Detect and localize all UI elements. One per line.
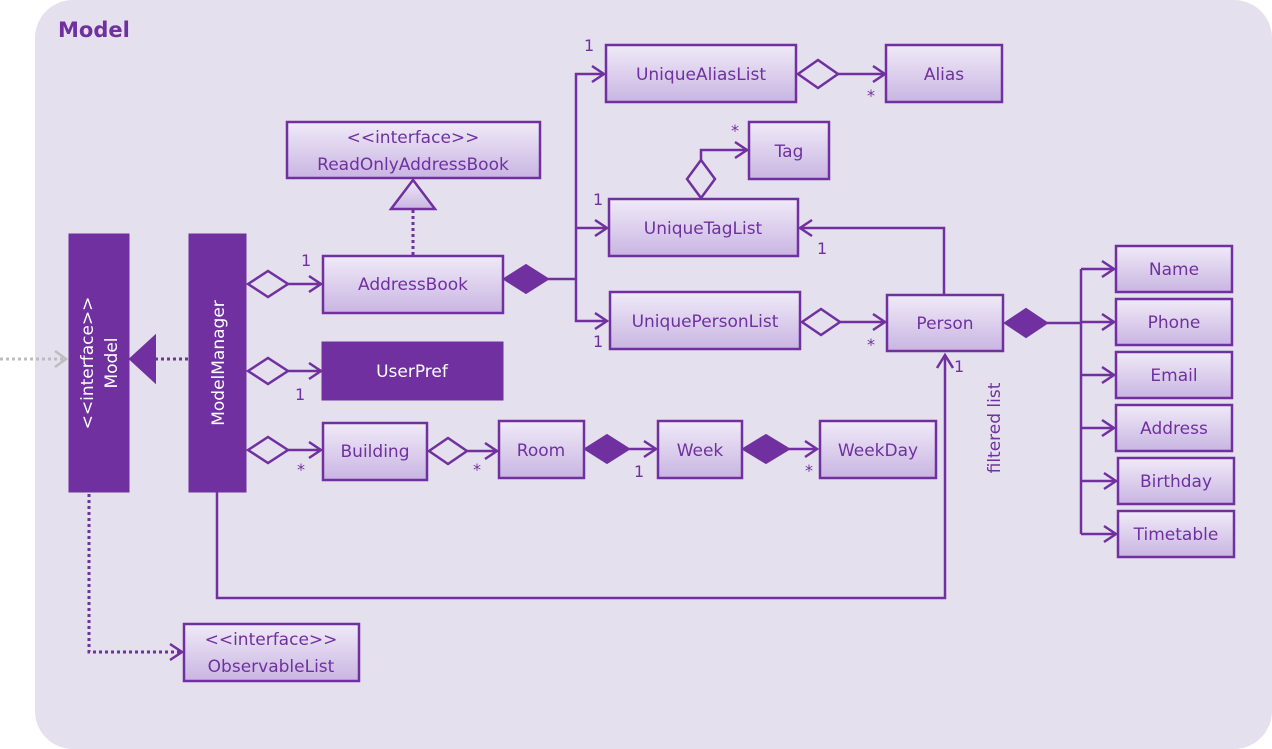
tag-name: Tag (774, 142, 804, 162)
mult-person-taglist: 1 (817, 239, 827, 258)
class-phone[interactable]: Phone (1114, 297, 1234, 347)
class-person[interactable]: Person (885, 293, 1005, 353)
class-alias[interactable]: Alias (884, 43, 1004, 104)
readonlyaddressbook-stereotype: <<interface>> (347, 128, 480, 148)
model-class-diagram: Model <<interface>> Model ModelManager <… (0, 0, 1272, 749)
name-class-name: Name (1149, 260, 1199, 280)
email-class-name: Email (1150, 366, 1197, 386)
class-userpref[interactable]: UserPref (321, 341, 504, 401)
uniquepersonlist-name: UniquePersonList (632, 312, 779, 332)
mult-ab-personlist: 1 (593, 332, 603, 351)
class-week[interactable]: Week (656, 419, 744, 480)
mult-mm-userpref: 1 (295, 385, 305, 404)
mult-taglist-tag: * (731, 121, 739, 140)
mult-mm-building: * (297, 460, 305, 479)
readonlyaddressbook-name: ReadOnlyAddressBook (317, 155, 509, 175)
model-stereotype: <<interface>> (78, 297, 98, 430)
week-name: Week (677, 441, 724, 461)
phone-class-name: Phone (1148, 313, 1201, 333)
mult-mm-person: 1 (954, 357, 964, 376)
class-uniquepersonlist[interactable]: UniquePersonList (608, 290, 802, 351)
modelmanager-name: ModelManager (209, 300, 229, 426)
weekday-name: WeekDay (838, 441, 918, 461)
uniquealiaslist-name: UniqueAliasList (636, 65, 766, 85)
person-name: Person (916, 314, 973, 334)
mult-personlist-person: * (867, 335, 875, 354)
class-name[interactable]: Name (1114, 244, 1234, 294)
class-readonlyaddressbook[interactable]: <<interface>> ReadOnlyAddressBook (285, 120, 542, 180)
class-tag[interactable]: Tag (747, 120, 831, 181)
class-email[interactable]: Email (1114, 350, 1234, 400)
class-weekday[interactable]: WeekDay (818, 419, 938, 480)
alias-name: Alias (924, 65, 964, 85)
class-observablelist[interactable]: <<interface>> ObservableList (182, 622, 361, 683)
building-name: Building (341, 442, 410, 462)
observablelist-name: ObservableList (208, 657, 335, 677)
class-building[interactable]: Building (321, 421, 429, 482)
mult-ab-taglist: 1 (593, 190, 603, 209)
mult-week-weekday: * (805, 461, 813, 480)
class-address[interactable]: Address (1114, 403, 1234, 453)
model-name: Model (102, 337, 122, 388)
class-uniquetaglist[interactable]: UniqueTagList (607, 197, 800, 258)
address-class-name: Address (1140, 419, 1208, 439)
class-timetable[interactable]: Timetable (1116, 509, 1236, 559)
package-title: Model (58, 18, 130, 42)
userpref-name: UserPref (376, 362, 449, 382)
birthday-class-name: Birthday (1140, 472, 1212, 492)
timetable-class-name: Timetable (1133, 525, 1219, 545)
class-model-interface[interactable]: <<interface>> Model (68, 233, 130, 493)
mult-ab-aliaslist: 1 (584, 36, 594, 55)
class-uniquealiaslist[interactable]: UniqueAliasList (604, 43, 798, 104)
class-addressbook[interactable]: AddressBook (321, 254, 505, 315)
observablelist-stereotype: <<interface>> (205, 630, 338, 650)
mult-aliaslist-alias: * (867, 86, 875, 105)
class-birthday[interactable]: Birthday (1116, 456, 1236, 506)
mult-room-week: 1 (634, 462, 644, 481)
filtered-list-label: filtered list (985, 382, 1005, 473)
class-room[interactable]: Room (497, 419, 586, 480)
addressbook-name: AddressBook (358, 275, 468, 295)
mult-building-room: * (473, 460, 481, 479)
class-modelmanager[interactable]: ModelManager (188, 233, 247, 493)
mult-mm-addressbook: 1 (301, 251, 311, 270)
uniquetaglist-name: UniqueTagList (644, 219, 763, 239)
room-name: Room (517, 441, 565, 461)
